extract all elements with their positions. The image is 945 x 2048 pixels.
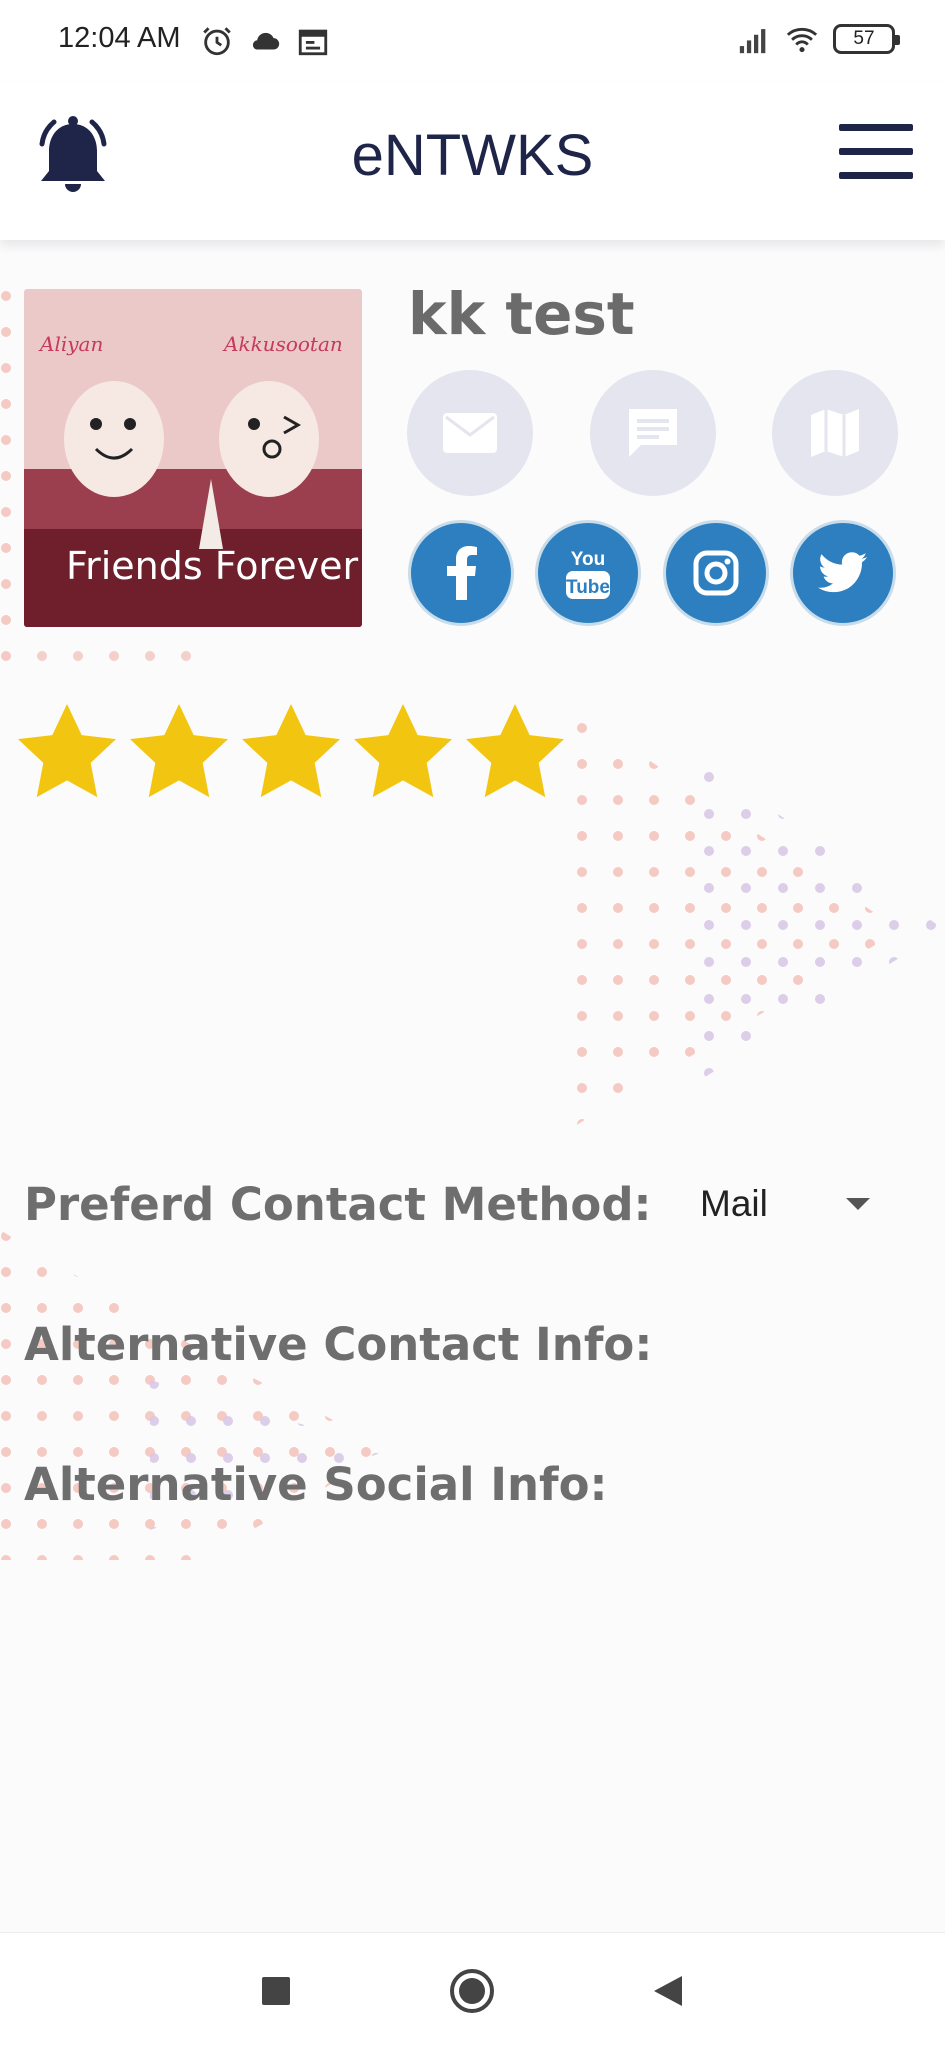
decorative-dots-bottom [0,1230,390,1560]
star-icon [18,704,116,798]
home-icon [450,1969,494,2013]
instagram-button[interactable] [663,520,769,626]
alt-contact-label: Alternative Contact Info: [24,1318,653,1371]
preferred-contact-label: Preferd Contact Method: [24,1178,652,1231]
signal-icon [739,29,766,54]
cloud-icon [252,32,280,50]
status-time: 12:04 AM [58,22,181,54]
back-icon [654,1976,682,2006]
status-bar: 12:04 AM 57 [0,0,945,82]
battery-icon: 57 [833,24,900,54]
home-button[interactable] [448,1967,496,2015]
instagram-icon [693,550,739,596]
mail-icon [443,413,497,453]
profile-photo[interactable]: Aliyan Akkusootan Friends Forever [24,289,362,627]
battery-level: 57 [853,28,875,49]
menu-button[interactable] [839,124,913,184]
youtube-button[interactable]: You Tube [535,520,641,626]
star-icon [242,704,340,798]
chevron-down-icon [846,1198,870,1210]
calendar-icon [298,29,328,56]
alarm-icon [203,27,231,56]
svg-text:You: You [571,549,605,570]
alt-social-label: Alternative Social Info: [24,1458,608,1511]
preferred-contact-value: Mail [700,1183,768,1224]
recents-icon [262,1977,290,2005]
photo-left-name: Aliyan [38,332,103,356]
app-header: eNTWKS [0,82,945,240]
menu-icon-bar [839,148,913,155]
star-icon [466,704,564,798]
photo-image: Aliyan Akkusootan Friends Forever [24,289,362,627]
app-title: eNTWKS [351,123,594,188]
star-icon [130,704,228,798]
map-button[interactable] [772,370,898,496]
facebook-button[interactable] [408,520,514,626]
system-nav-bar [0,1932,945,2048]
back-button[interactable] [644,1967,692,2015]
twitter-button[interactable] [790,520,896,626]
facebook-icon [447,546,477,600]
twitter-icon [818,552,868,593]
star-icon [354,704,452,798]
message-icon [629,409,677,457]
mail-button[interactable] [407,370,533,496]
menu-icon [839,124,913,131]
photo-caption: Friends Forever [66,544,359,588]
map-icon [811,409,859,457]
recents-button[interactable] [252,1967,300,2015]
rating-stars [18,704,564,798]
photo-right-name: Akkusootan [222,332,343,356]
message-button[interactable] [590,370,716,496]
youtube-icon: You Tube [566,549,610,599]
profile-name: kk test [408,280,635,348]
svg-text:Tube: Tube [566,577,610,598]
wifi-icon [786,27,818,53]
menu-icon-bar [839,172,913,179]
preferred-contact-select[interactable]: Mail [700,1176,880,1232]
